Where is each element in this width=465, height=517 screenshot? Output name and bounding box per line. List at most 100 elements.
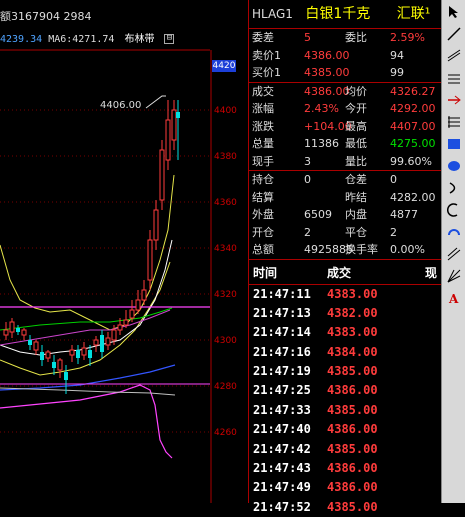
quote-value: 4275.00 bbox=[390, 135, 436, 153]
parallel-lines-icon[interactable] bbox=[446, 70, 462, 86]
quote-label: 持仓 bbox=[252, 171, 274, 189]
candle bbox=[100, 335, 104, 352]
quote-row: 买价14385.0099 bbox=[249, 64, 441, 82]
candle bbox=[58, 360, 62, 370]
quote-label: 最低 bbox=[345, 135, 367, 153]
candle bbox=[176, 112, 180, 118]
tick-time: 21:47:11 bbox=[253, 287, 311, 301]
quote-value: 2 bbox=[390, 224, 397, 242]
gann-icon[interactable] bbox=[446, 268, 462, 284]
drawing-toolbar: A bbox=[441, 0, 465, 503]
quote-label: 委比 bbox=[345, 29, 367, 47]
tick-row[interactable]: 21:47:194385.00 bbox=[249, 362, 441, 381]
tick-price: 4386.00 bbox=[327, 383, 378, 397]
rectangle-icon[interactable] bbox=[446, 136, 462, 152]
y-axis-label: 4280 bbox=[214, 382, 237, 392]
tick-row[interactable]: 21:47:16 4384.00 bbox=[249, 343, 441, 362]
candle bbox=[94, 340, 98, 345]
quote-label: 今开 bbox=[345, 100, 367, 118]
peak-marker-line bbox=[146, 96, 166, 108]
quote-value: 2 bbox=[304, 224, 311, 242]
quote-value: 4386.00 bbox=[304, 47, 350, 65]
quote-row: 涨跌+104.00最高4407.00 bbox=[249, 118, 441, 136]
tick-row[interactable]: 21:47:334385.00 bbox=[249, 401, 441, 420]
quote-label: 平仓 bbox=[345, 224, 367, 242]
candle bbox=[160, 150, 164, 200]
tick-row[interactable]: 21:47:524385.00 bbox=[249, 498, 441, 517]
candlestick-chart[interactable]: 额3167904 2984 4239.34 MA6:4271.74 布林带 ⊟ … bbox=[0, 0, 246, 503]
quote-label: 现手 bbox=[252, 153, 274, 171]
cursor-icon[interactable] bbox=[446, 4, 462, 20]
quote-label: 均价 bbox=[345, 83, 367, 101]
fibonacci-icon[interactable] bbox=[446, 114, 462, 130]
tick-time: 21:47:13 bbox=[253, 306, 311, 320]
tick-row[interactable]: 21:47:404386.00 bbox=[249, 420, 441, 439]
candle bbox=[112, 330, 116, 340]
candle bbox=[124, 320, 128, 325]
line-tool-icon[interactable] bbox=[446, 26, 462, 42]
quote-value: 0 bbox=[390, 171, 397, 189]
quote-label: 总量 bbox=[252, 135, 274, 153]
tick-time: 21:47:16 bbox=[253, 345, 311, 359]
quote-value: 4386.00 bbox=[304, 83, 350, 101]
quote-label: 卖价1 bbox=[252, 47, 281, 65]
quote-value: 0.00% bbox=[390, 241, 425, 259]
quote-value: 4326.27 bbox=[390, 83, 436, 101]
candle bbox=[4, 330, 8, 335]
tick-row[interactable]: 21:47:424385.00 bbox=[249, 440, 441, 459]
exchange-name: 汇联¹ bbox=[397, 6, 431, 22]
tick-header-trade: 成交 bbox=[327, 264, 351, 281]
tick-price: 4386.00 bbox=[327, 461, 378, 475]
quote-label: 开仓 bbox=[252, 224, 274, 242]
arc-icon[interactable] bbox=[446, 180, 462, 196]
svg-text:A: A bbox=[448, 292, 459, 305]
quote-label: 涨幅 bbox=[252, 100, 274, 118]
quote-label: 成交 bbox=[252, 83, 274, 101]
tick-row[interactable]: 21:47:254386.00 bbox=[249, 381, 441, 400]
channel-icon[interactable] bbox=[446, 246, 462, 262]
quote-row: 持仓 0 仓差 0 bbox=[249, 170, 441, 189]
candle bbox=[82, 348, 86, 355]
candle bbox=[136, 300, 140, 310]
cycle-icon[interactable] bbox=[446, 224, 462, 240]
quote-label: 换手率 bbox=[345, 241, 378, 259]
quote-title: HLAG1 白银1千克 汇联¹ bbox=[249, 0, 441, 29]
quote-label: 买价1 bbox=[252, 64, 281, 82]
tick-header-time: 时间 bbox=[253, 264, 277, 281]
candle bbox=[16, 328, 20, 332]
quote-value: 4877 bbox=[390, 206, 418, 224]
peak-label: 4406.00 bbox=[100, 100, 141, 111]
tick-row[interactable]: 21:47:13 4382.00 bbox=[249, 304, 441, 323]
candle bbox=[52, 362, 56, 368]
ellipse-icon[interactable] bbox=[446, 158, 462, 174]
quote-value: 0 bbox=[304, 171, 311, 189]
arrow-tool-icon[interactable] bbox=[446, 92, 462, 108]
quote-label: 内盘 bbox=[345, 206, 367, 224]
quote-label: 结算 bbox=[252, 189, 274, 207]
tick-time: 21:47:52 bbox=[253, 500, 311, 514]
y-axis-label: 4380 bbox=[214, 152, 237, 162]
tick-row[interactable]: 21:47:494386.00 bbox=[249, 478, 441, 497]
candle bbox=[118, 325, 122, 330]
candle bbox=[64, 372, 68, 380]
ray-tool-icon[interactable] bbox=[446, 48, 462, 64]
circle-arc-icon[interactable] bbox=[446, 202, 462, 218]
candle bbox=[70, 350, 74, 355]
tick-price: 4385.00 bbox=[327, 442, 378, 456]
quote-value: 11386 bbox=[304, 135, 339, 153]
quote-row: 总额4925885换手率0.00% bbox=[249, 241, 441, 259]
quote-row: 总量 11386 最低 4275.00 bbox=[249, 135, 441, 153]
tick-row[interactable]: 21:47:114383.00 bbox=[249, 285, 441, 304]
text-tool-icon[interactable]: A bbox=[446, 290, 462, 306]
tick-price: 4385.00 bbox=[327, 403, 378, 417]
tick-row[interactable]: 21:47:434386.00 bbox=[249, 459, 441, 478]
quote-row: 卖价14386.0094 bbox=[249, 47, 441, 65]
quote-label: 仓差 bbox=[345, 171, 367, 189]
tick-header-current: 现 bbox=[425, 264, 437, 281]
tick-row[interactable]: 21:47:144383.00 bbox=[249, 323, 441, 342]
y-axis-label: 4340 bbox=[214, 244, 237, 254]
tick-price: 4382.00 bbox=[327, 306, 378, 320]
tick-list[interactable]: 21:47:114383.0021:47:134382.0021:47:1443… bbox=[249, 285, 441, 517]
tick-price: 4383.00 bbox=[327, 325, 378, 339]
tick-price: 4384.00 bbox=[327, 345, 378, 359]
